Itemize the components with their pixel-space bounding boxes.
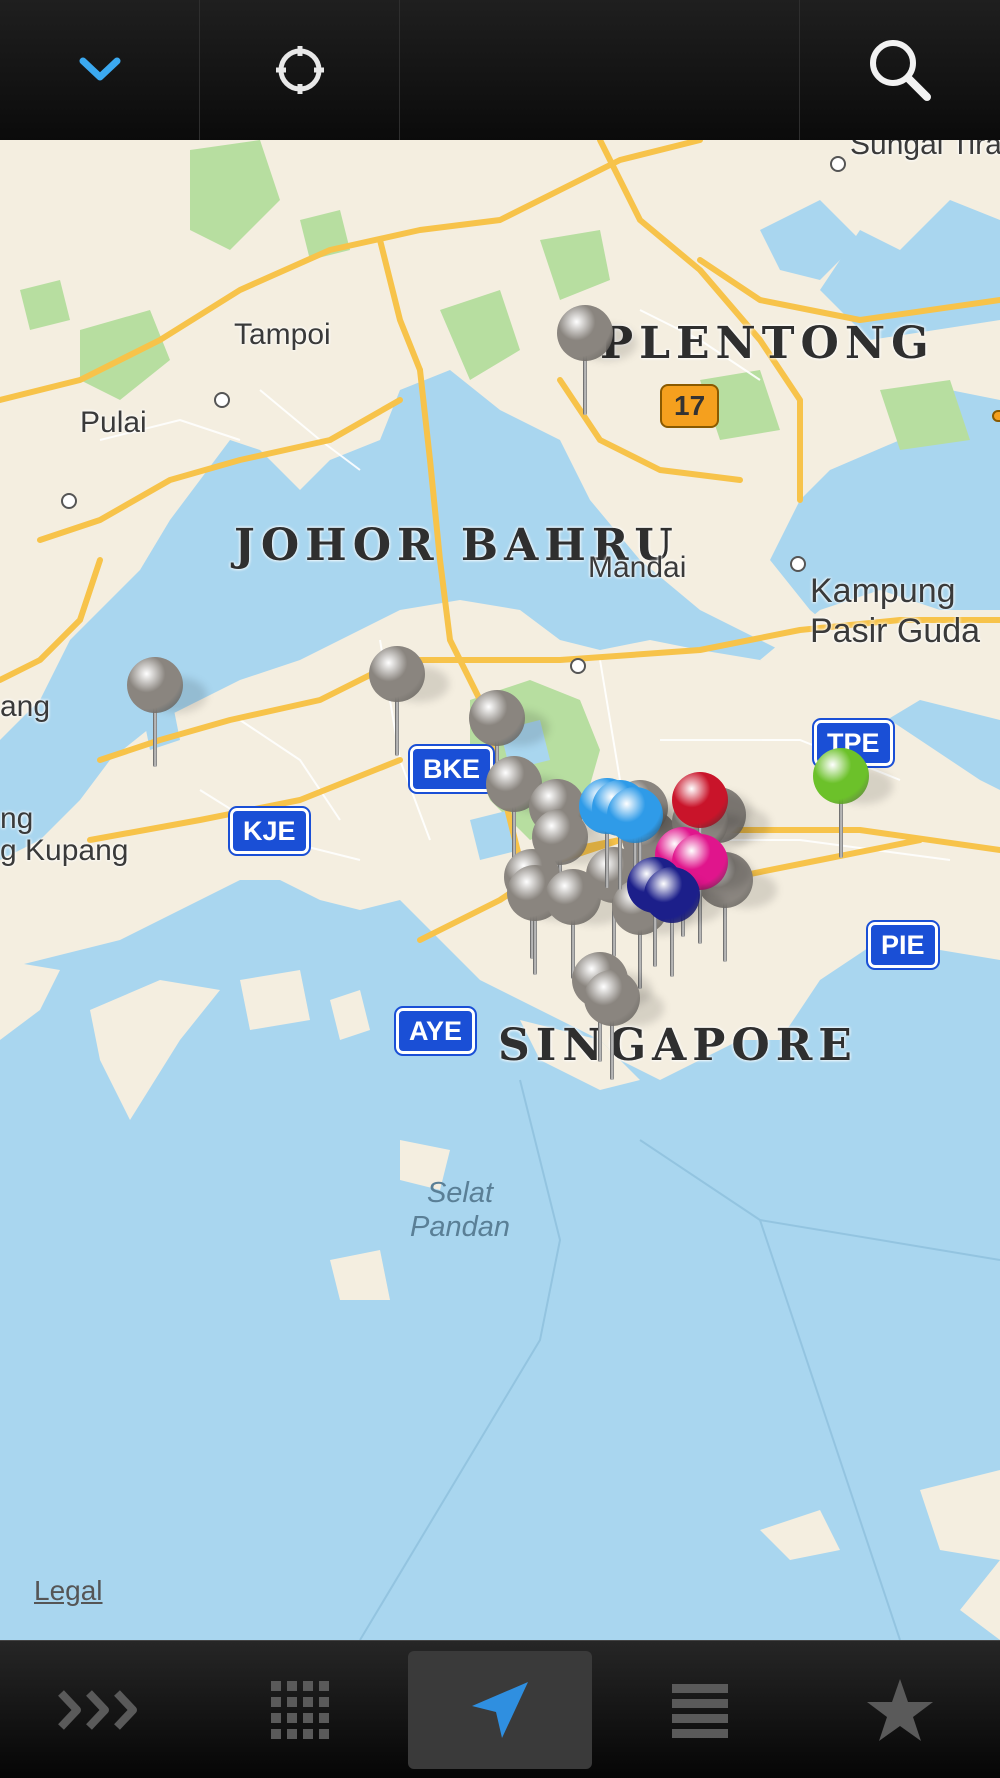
pin-head [127,657,183,713]
tab-list[interactable] [600,1641,800,1778]
tab-grid[interactable] [200,1641,400,1778]
grid-icon [271,1681,329,1739]
map-view[interactable]: PLENTONG JOHOR BAHRU SINGAPORE Tampoi Pu… [0,140,1000,1640]
search-icon [870,40,931,101]
route-shield-partial [992,410,1000,422]
pin-head [369,646,425,702]
map-label-tampoi: Tampoi [234,318,331,351]
map-label-sungai: Sungai Tira [850,140,1000,161]
map-label-singapore: SINGAPORE [498,1020,858,1071]
map-label-selat: Selat Pandan [410,1176,510,1244]
map-label-plentong: PLENTONG [600,318,935,369]
star-icon [867,1679,933,1741]
legal-link[interactable]: Legal [34,1575,103,1607]
tab-favorites[interactable] [800,1641,1000,1778]
map-label-kupang: g Kupang [0,834,129,867]
triple-chevron-right-icon [58,1690,137,1730]
map-pin[interactable] [644,867,724,977]
map-pin-green[interactable] [813,748,893,858]
map-label-selat-line1: Selat [426,1177,494,1209]
map-pin[interactable] [127,657,207,767]
crosshair-icon [275,46,324,94]
tab-next[interactable] [0,1641,200,1778]
map-label-mandai: Mandai [588,551,687,584]
collapse-button[interactable] [0,0,200,140]
pin-head [584,970,640,1026]
map-label-ng: ng [0,802,34,835]
map-pin[interactable] [369,646,449,756]
route-shield-aye: AYE [393,1006,478,1056]
search-button[interactable] [800,0,1000,140]
pin-head [557,305,613,361]
top-toolbar [0,0,1000,141]
map-label-ang: ang [0,690,51,723]
toolbar-spacer [400,0,800,140]
route-shield-pie: PIE [866,920,940,970]
list-icon [672,1684,728,1738]
route-shield-17: 17 [660,384,720,428]
route-shield-kje: KJE [228,806,311,856]
map-label-selat-line2: Pandan [410,1211,510,1243]
pin-head [644,867,700,923]
map-pin[interactable] [557,305,637,415]
pin-head [672,772,728,828]
pin-head [469,690,525,746]
map-label-pasir-gudang: Pasir Guda [810,612,981,650]
chevron-down-icon [79,57,120,81]
tab-location[interactable] [400,1641,600,1778]
bottom-tab-bar [0,1640,1000,1778]
map-label-pulai: Pulai [80,406,147,439]
map-label-kampung: Kampung [810,572,956,610]
pin-head [813,748,869,804]
locate-button[interactable] [200,0,400,140]
map-pin[interactable] [584,970,664,1080]
location-arrow-icon [472,1682,528,1738]
app: PLENTONG JOHOR BAHRU SINGAPORE Tampoi Pu… [0,0,1000,1778]
